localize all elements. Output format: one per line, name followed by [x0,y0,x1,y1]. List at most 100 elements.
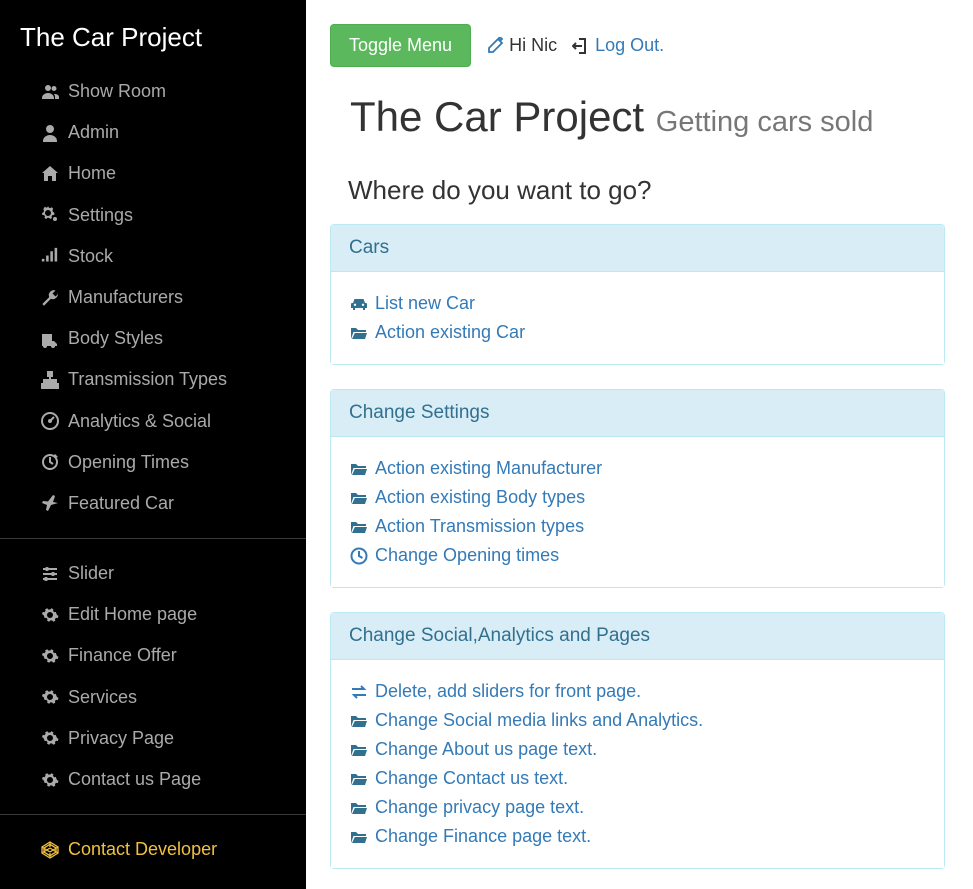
sidebar-item-edit-home-page[interactable]: Edit Home page [0,594,306,635]
folder-open-icon [349,712,369,730]
folder-open-icon [349,324,369,342]
panel-link[interactable]: Change Social media links and Analytics. [349,707,926,734]
panel-body: Action existing ManufacturerAction exist… [331,437,944,587]
logout-icon [571,37,591,55]
panel-link-label: Delete, add sliders for front page. [375,678,641,705]
sidebar-divider [0,538,306,539]
topbar: Toggle Menu Hi Nic Log Out. [330,24,945,67]
sidebar-item-opening-times[interactable]: Opening Times [0,442,306,483]
sidebar-item-show-room[interactable]: Show Room [0,71,306,112]
panel-link[interactable]: Change Opening times [349,542,926,569]
users-icon [40,83,60,101]
panel: Change Social,Analytics and PagesDelete,… [330,612,945,869]
sidebar-item-body-styles[interactable]: Body Styles [0,318,306,359]
sidebar: The Car Project Show Room Admin Home Settin… [0,0,306,889]
sidebar-item-label: Slider [68,561,114,586]
sidebar-item-label: Admin [68,120,119,145]
page-header: The Car Project Getting cars sold [330,93,945,153]
folder-open-icon [349,741,369,759]
sidebar-item-label: Finance Offer [68,643,177,668]
panel-link[interactable]: Change privacy page text. [349,794,926,821]
panel-heading: Change Settings [331,390,944,437]
panel-link-label: Change About us page text. [375,736,597,763]
sidebar-item-admin[interactable]: Admin [0,112,306,153]
sidebar-item-label: Contact us Page [68,767,201,792]
panel-link-label: Action existing Body types [375,484,585,511]
main-content: Toggle Menu Hi Nic Log Out. The Car Proj… [306,0,973,889]
wrench-icon [40,289,60,307]
exchange-icon [349,683,369,701]
panel-heading: Cars [331,225,944,272]
sidebar-item-home[interactable]: Home [0,153,306,194]
dashboard-icon [40,412,60,430]
sidebar-item-featured-car[interactable]: Featured Car [0,483,306,524]
plane-icon [40,494,60,512]
cog-icon [40,647,60,665]
sidebar-item-privacy-page[interactable]: Privacy Page [0,718,306,759]
sidebar-item-stock[interactable]: Stock [0,236,306,277]
sidebar-item-finance-offer[interactable]: Finance Offer [0,635,306,676]
panel-link[interactable]: Change About us page text. [349,736,926,763]
user-icon [40,124,60,142]
car-icon [349,295,369,313]
panel-link[interactable]: Change Finance page text. [349,823,926,850]
signal-icon [40,247,60,265]
panel: CarsList new CarAction existing Car [330,224,945,365]
panel-link-label: Change Contact us text. [375,765,568,792]
sidebar-nav-developer: Contact Developer [0,829,306,870]
sidebar-item-services[interactable]: Services [0,677,306,718]
sidebar-item-label: Home [68,161,116,186]
sidebar-item-label: Services [68,685,137,710]
sidebar-item-settings[interactable]: Settings [0,195,306,236]
brand-title: The Car Project [0,0,306,71]
sidebar-item-label: Analytics & Social [68,409,211,434]
panel-link[interactable]: Action existing Car [349,319,926,346]
clock-icon [349,547,369,565]
logout-link[interactable]: Log Out. [571,35,664,56]
sidebar-item-label: Edit Home page [68,602,197,627]
panel-link[interactable]: Delete, add sliders for front page. [349,678,926,705]
greeting-text: Hi Nic [509,35,557,56]
codepen-icon [40,841,60,859]
sidebar-item-label: Manufacturers [68,285,183,310]
panel-body: Delete, add sliders for front page.Chang… [331,660,944,868]
panel-link-label: Action existing Car [375,319,525,346]
sidebar-item-analytics-social[interactable]: Analytics & Social [0,401,306,442]
folder-open-icon [349,518,369,536]
sidebar-nav-secondary: Slider Edit Home page Finance Offer Service… [0,553,306,800]
sidebar-item-slider[interactable]: Slider [0,553,306,594]
panel-link[interactable]: Action existing Body types [349,484,926,511]
panel-link-label: Change Opening times [375,542,559,569]
sidebar-item-contact-us-page[interactable]: Contact us Page [0,759,306,800]
panel-link[interactable]: Action Transmission types [349,513,926,540]
toggle-menu-button[interactable]: Toggle Menu [330,24,471,67]
sidebar-item-label: Transmission Types [68,367,227,392]
folder-open-icon [349,828,369,846]
sidebar-item-label: Settings [68,203,133,228]
folder-open-icon [349,770,369,788]
sidebar-nav-primary: Show Room Admin Home Settings Stock Manufactu… [0,71,306,524]
sidebar-item-label: Opening Times [68,450,189,475]
cog-icon [40,729,60,747]
sidebar-item-contact-developer[interactable]: Contact Developer [0,829,306,870]
sidebar-item-label: Show Room [68,79,166,104]
panel-body: List new CarAction existing Car [331,272,944,364]
cogs-icon [40,206,60,224]
sidebar-item-label: Body Styles [68,326,163,351]
panel-link-label: Change privacy page text. [375,794,584,821]
truck-icon [40,330,60,348]
sidebar-item-label: Featured Car [68,491,174,516]
greeting-link[interactable]: Hi Nic [485,35,557,56]
sidebar-item-label: Privacy Page [68,726,174,751]
sidebar-item-transmission-types[interactable]: Transmission Types [0,359,306,400]
folder-open-icon [349,489,369,507]
panel-link[interactable]: List new Car [349,290,926,317]
panel-link-label: Action existing Manufacturer [375,455,602,482]
sidebar-item-label: Contact Developer [68,837,217,862]
cog-icon [40,606,60,624]
panel-link[interactable]: Change Contact us text. [349,765,926,792]
sidebar-item-manufacturers[interactable]: Manufacturers [0,277,306,318]
edit-icon [485,37,505,55]
panel-link[interactable]: Action existing Manufacturer [349,455,926,482]
sidebar-item-label: Stock [68,244,113,269]
